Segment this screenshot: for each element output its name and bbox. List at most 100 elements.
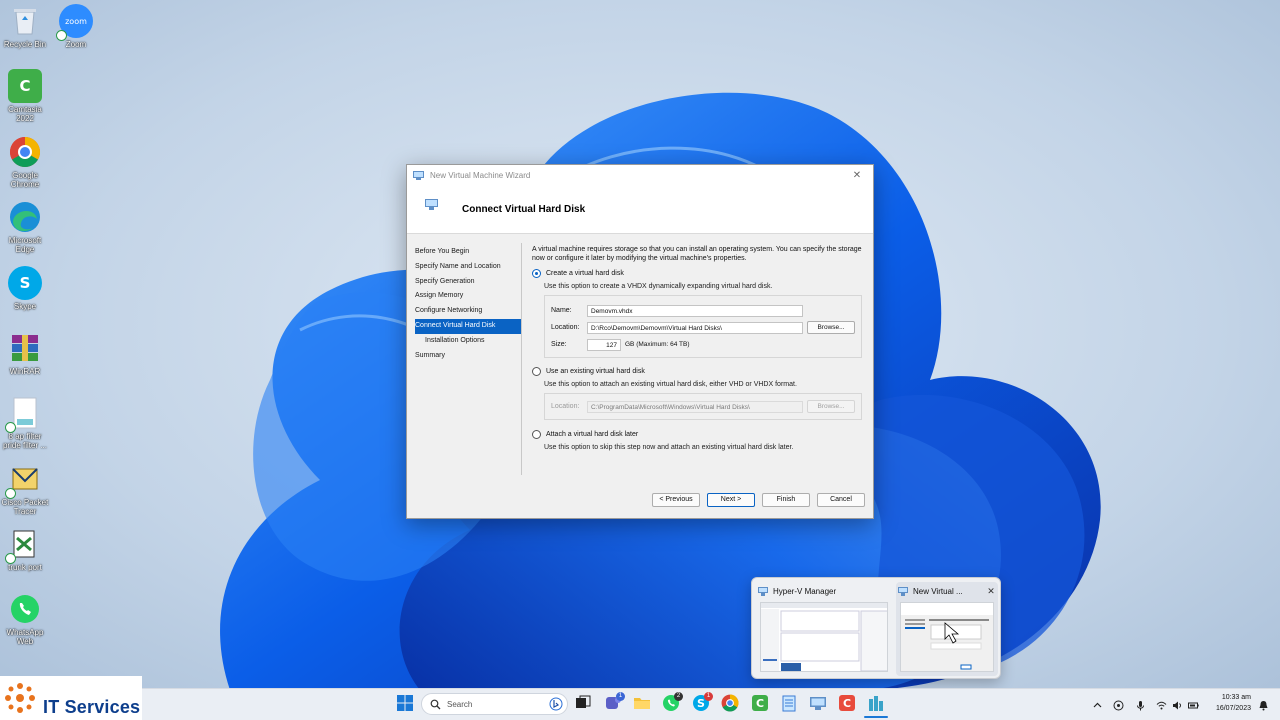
desktop-icon-label: trunk port (8, 563, 42, 572)
notepad-icon[interactable] (780, 694, 798, 712)
location-row: Location: D:\Rco\Demovm\Demovm\Virtual H… (551, 319, 855, 336)
page-title: Connect Virtual Hard Disk (462, 204, 586, 215)
sync-check-icon (56, 30, 67, 41)
option-label: Attach a virtual hard disk later (546, 431, 639, 438)
desktop-icon-label: Recycle Bin (3, 40, 47, 49)
preview-thumbnail (760, 602, 888, 672)
option-create-vhd[interactable]: Create a virtual hard disk (532, 269, 865, 278)
chrome-icon (8, 135, 42, 169)
vhd-location-input[interactable]: D:\Rco\Demovm\Demovm\Virtual Hard Disks\ (587, 321, 803, 334)
option-attach-later[interactable]: Attach a virtual hard disk later (532, 430, 865, 439)
vhd-size-input[interactable]: 127 (587, 338, 621, 351)
preview-new-virtual-machine[interactable]: New Virtual ... ✕ (896, 582, 998, 676)
search-placeholder: Search (447, 699, 473, 709)
chevron-up-icon[interactable] (1092, 698, 1103, 709)
edge-icon (8, 200, 42, 234)
microphone-icon[interactable] (1135, 698, 1146, 711)
svg-text:C: C (756, 697, 764, 710)
desktop-icon-label: Zoom (65, 40, 87, 49)
title-bar[interactable]: New Virtual Machine Wizard ✕ (407, 165, 873, 186)
clock-time[interactable]: 10:33 am (1205, 694, 1251, 701)
desktop-icon-zoom[interactable]: zoom Zoom (51, 4, 101, 49)
wifi-icon[interactable] (1156, 698, 1167, 710)
teams-badge: 1 (616, 692, 625, 701)
preview-title: New Virtual ... (913, 586, 963, 596)
it-services-logo: IT Services (0, 676, 142, 720)
step-connect-virtual-hard-disk[interactable]: Connect Virtual Hard Disk (415, 318, 521, 334)
taskbar-search-box[interactable]: Search (421, 693, 568, 715)
desktop-icon-camtasia[interactable]: C Camtasia 2022 (0, 69, 50, 123)
window-title: New Virtual Machine Wizard (430, 171, 531, 180)
close-icon[interactable]: ✕ (847, 170, 867, 181)
step-summary[interactable]: Summary (415, 349, 521, 364)
desktop-icon-skype[interactable]: S Skype (0, 266, 50, 311)
desktop-icon-chrome[interactable]: Google Chrome (0, 135, 50, 189)
task-view-icon[interactable] (574, 694, 592, 712)
svg-text:C: C (843, 697, 851, 710)
desktop-icon-whatsapp[interactable]: WhatsApp Web (0, 592, 50, 646)
onedrive-icon[interactable] (1113, 698, 1124, 711)
chrome-icon[interactable] (721, 694, 739, 712)
preview-hyper-v-manager[interactable]: Hyper-V Manager (756, 582, 892, 676)
wizard-thumbnail (901, 603, 993, 671)
step-specify-generation[interactable]: Specify Generation (415, 275, 521, 290)
desktop-icon-edge[interactable]: Microsoft Edge (0, 200, 50, 254)
step-specify-name-location[interactable]: Specify Name and Location (415, 260, 521, 275)
existing-location-input[interactable]: C:\ProgramData\Microsoft\Windows\Virtual… (587, 400, 803, 413)
step-label: Specify Name and Location (415, 262, 501, 270)
vhd-name-input[interactable]: Demovm.vhdx (587, 304, 803, 317)
desktop-icon-packet-tracer[interactable]: Cisco Packet Tracer (0, 462, 50, 516)
next-button[interactable]: Next > (707, 493, 755, 507)
new-virtual-machine-wizard-window[interactable]: New Virtual Machine Wizard ✕ Connect Vir… (406, 164, 874, 519)
desktop-icon-label: Camtasia 2022 (8, 105, 42, 123)
recycle-bin-icon (8, 4, 42, 38)
radio-create-vhd[interactable] (532, 269, 541, 278)
bing-icon[interactable] (549, 697, 563, 711)
notification-icon[interactable] (1258, 698, 1269, 711)
radio-existing-vhd[interactable] (532, 367, 541, 376)
sync-check-icon (5, 422, 16, 433)
option-note: Use this option to create a VHDX dynamic… (544, 283, 773, 290)
option-label: Use an existing virtual hard disk (546, 368, 645, 375)
step-before-you-begin[interactable]: Before You Begin (415, 245, 521, 260)
battery-icon[interactable] (1188, 698, 1199, 709)
desktop-icon-trunk-port[interactable]: trunk port (0, 527, 50, 572)
vm-connect-icon[interactable] (867, 694, 885, 712)
browse-button[interactable]: Browse... (807, 321, 855, 334)
option-existing-vhd[interactable]: Use an existing virtual hard disk (532, 367, 865, 376)
clock-date[interactable]: 16/07/2023 (1205, 705, 1251, 712)
preview-header: New Virtual ... ✕ (896, 582, 998, 600)
option-note: Use this option to attach an existing vi… (544, 381, 797, 388)
desktop-icon-label: 8 ap filter pride filter ... (2, 432, 47, 450)
camtasia-icon[interactable]: C (751, 694, 769, 712)
camtasia-icon: C (8, 69, 42, 103)
hyper-v-manager-icon[interactable] (809, 694, 827, 712)
desktop-icon-document[interactable]: 8 ap filter pride filter ... (0, 396, 50, 450)
step-label: Assign Memory (415, 292, 464, 300)
file-explorer-icon[interactable] (633, 694, 651, 712)
camtasia-recorder-icon[interactable]: C (838, 694, 856, 712)
location-label: Location: (551, 403, 580, 410)
step-installation-options[interactable]: Installation Options (415, 334, 521, 349)
finish-button[interactable]: Finish (762, 493, 810, 507)
desktop-icon-recycle-bin[interactable]: Recycle Bin (0, 4, 50, 49)
desktop-icon-label: Microsoft Edge (8, 236, 42, 254)
zoom-glyph: zoom (65, 16, 87, 26)
sync-check-icon (5, 488, 16, 499)
size-label: Size: (551, 341, 567, 348)
start-icon[interactable] (396, 694, 414, 712)
desktop-icon-winrar[interactable]: WinRAR (0, 331, 50, 376)
preview-thumbnail (900, 602, 994, 672)
step-configure-networking[interactable]: Configure Networking (415, 304, 521, 319)
cancel-button[interactable]: Cancel (817, 493, 865, 507)
preview-close-icon[interactable]: ✕ (984, 586, 998, 597)
hyper-v-icon (413, 171, 424, 180)
radio-attach-later[interactable] (532, 430, 541, 439)
volume-icon[interactable] (1172, 698, 1183, 710)
preview-header: Hyper-V Manager (756, 582, 892, 600)
previous-button[interactable]: < Previous (652, 493, 700, 507)
skype-glyph: S (19, 274, 31, 292)
step-assign-memory[interactable]: Assign Memory (415, 289, 521, 304)
sync-check-icon (5, 553, 16, 564)
browse-button-disabled[interactable]: Browse... (807, 400, 855, 413)
